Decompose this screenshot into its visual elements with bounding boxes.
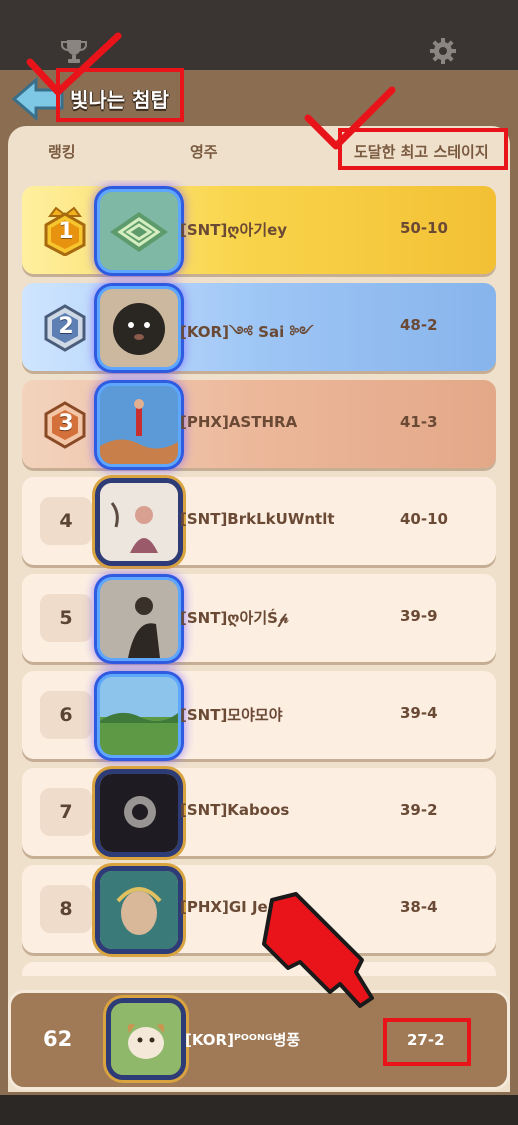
rank-number: 8 [40,885,92,933]
rank-number: 2 [58,314,74,339]
player-name: [PHX]ASTHRA [180,413,298,431]
bottom-bar [0,1095,518,1125]
highlight-box-stage-header [338,128,508,170]
ranking-row-4[interactable]: 4 [SNT]BrkLkUWntlt 40-10 [22,477,496,565]
avatar[interactable] [100,580,178,658]
stage-value: 39-9 [400,607,438,625]
avatar[interactable] [100,871,178,949]
my-player-name: [KOR]ᴾᴼᴼᴺᴳ병풍 [185,1031,301,1049]
rank-number: 4 [40,497,92,545]
ranking-row-5[interactable]: 5 [SNT]ღ아기Ś𝓅 39-9 [22,574,496,662]
rank-number: 3 [58,411,74,436]
player-name: [SNT]ღ아기Ś𝓅 [180,609,289,627]
top-bar [0,0,518,72]
stage-value: 48-2 [400,316,438,334]
player-name: [SNT]모야모야 [180,706,283,724]
rank-number: 6 [40,691,92,739]
avatar[interactable] [100,677,178,755]
stage-value: 38-4 [400,898,438,916]
player-name: [SNT]Kaboos [180,801,290,819]
stage-value: 50-10 [400,219,448,237]
trophy-icon[interactable] [60,38,88,64]
avatar[interactable] [100,483,178,561]
stage-value: 41-3 [400,413,438,431]
avatar[interactable] [100,774,178,852]
rank-number: 5 [40,594,92,642]
ranking-row-1[interactable]: 1 [SNT]ღ아기ey 50-10 [22,186,496,274]
rank-number: 1 [58,219,74,244]
my-rank-number: 62 [43,1027,73,1051]
my-ranking-row[interactable]: 62 [KOR]ᴾᴼᴼᴺᴳ병풍 27-2 [8,990,510,1090]
ranking-row-6[interactable]: 6 [SNT]모야모야 39-4 [22,671,496,759]
avatar[interactable] [100,386,178,464]
ranking-row-3[interactable]: 3 [PHX]ASTHRA 41-3 [22,380,496,468]
stage-value: 39-2 [400,801,438,819]
ranking-row-7[interactable]: 7 [SNT]Kaboos 39-2 [22,768,496,856]
highlight-box-my-stage [383,1018,471,1066]
player-name: [SNT]ღ아기ey [180,221,288,239]
player-name: [SNT]BrkLkUWntlt [180,510,335,528]
stage-value: 39-4 [400,704,438,722]
player-name: [PHX]GI Jen [180,898,279,916]
gear-icon[interactable] [430,38,456,64]
column-header-rank: 랭킹 [48,143,76,161]
ranking-row-2[interactable]: 2 [KOR]༺ Sai ༻ 48-2 [22,283,496,371]
ranking-row-partial[interactable] [22,962,496,976]
avatar[interactable] [100,192,178,270]
my-avatar[interactable] [111,1003,181,1075]
highlight-box-title [56,68,184,122]
column-header-lord: 영주 [190,143,218,161]
ranking-list[interactable]: 1 [SNT]ღ아기ey 50-10 2 [KOR]༺ Sai ༻ 48-2 3… [20,180,498,976]
ranking-row-8[interactable]: 8 [PHX]GI Jen 38-4 [22,865,496,953]
rank-number: 7 [40,788,92,836]
stage-value: 40-10 [400,510,448,528]
avatar[interactable] [100,289,178,367]
player-name: [KOR]༺ Sai ༻ [180,323,314,341]
